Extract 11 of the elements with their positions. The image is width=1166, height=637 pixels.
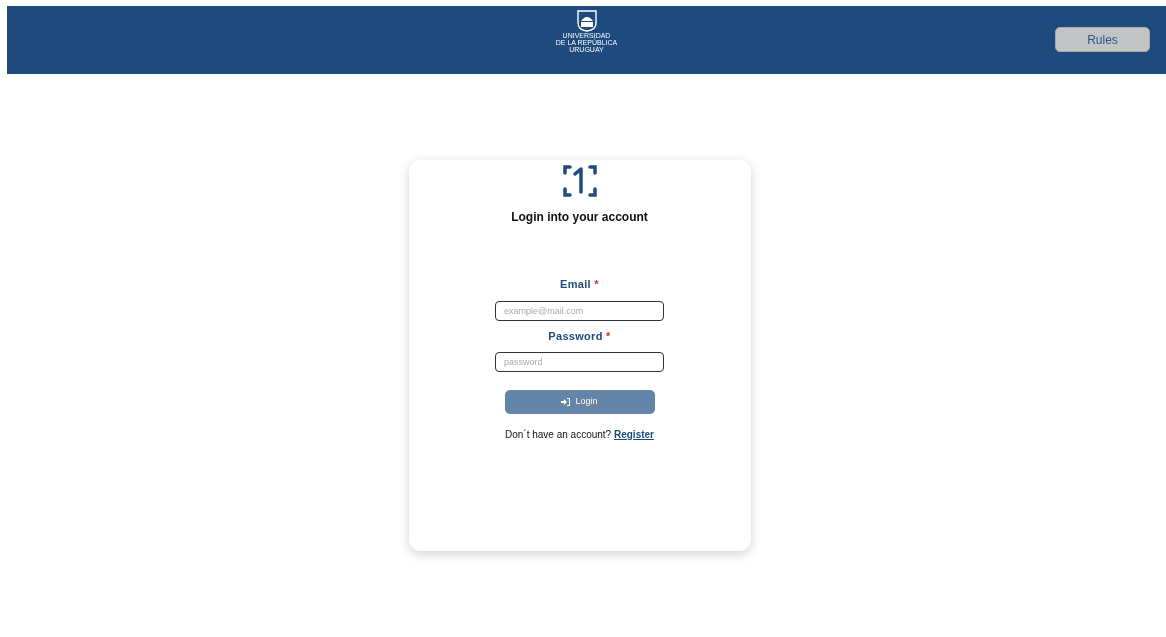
password-field[interactable]: password <box>495 352 664 372</box>
register-prompt: Don´t have an account? Register <box>505 428 654 442</box>
form-title: Login into your account <box>511 209 648 226</box>
login-arrow-icon <box>561 398 571 406</box>
bracketed-one-logo-icon <box>561 164 598 198</box>
register-link[interactable]: Register <box>613 429 654 440</box>
university-emblem-icon <box>576 10 597 32</box>
field-label: Password * <box>548 328 611 344</box>
field-label: Email * <box>560 277 599 292</box>
email-field[interactable]: example@mail.com <box>495 300 664 321</box>
rules-button[interactable]: Rules <box>1055 27 1150 52</box>
